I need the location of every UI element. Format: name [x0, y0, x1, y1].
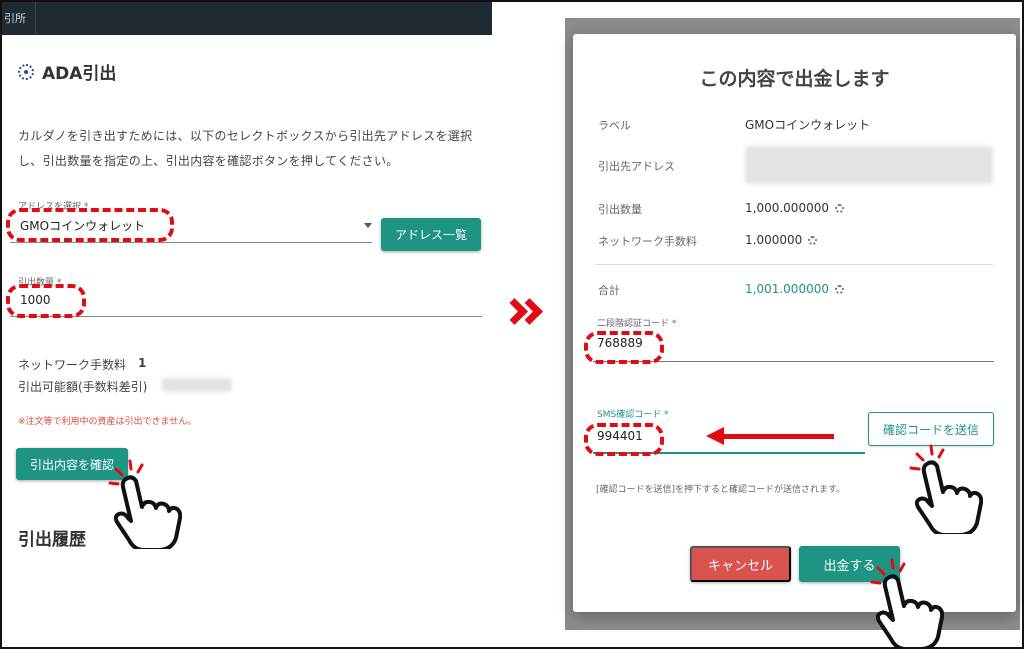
cancel-button[interactable]: キャンセル: [690, 546, 791, 582]
twofa-highlight: [584, 331, 664, 364]
divider: [595, 264, 993, 265]
amount-highlight: [6, 284, 86, 318]
sms-highlight: [584, 423, 664, 456]
ada-icon: [834, 284, 844, 294]
dialog-title: この内容で出金します: [699, 68, 890, 90]
chevron-down-icon[interactable]: [364, 223, 372, 228]
label-value-text: GMOコインウォレット: [745, 118, 871, 132]
fee-field-label: ネットワーク手数料: [598, 235, 697, 248]
address-field-label: 引出先アドレス: [598, 160, 675, 173]
page-title-text: ADA引出: [42, 64, 117, 84]
double-chevron-right-icon: [501, 298, 543, 325]
page-title: ADA引出: [18, 59, 116, 84]
available-amount-label: 引出可能額(手数料差引): [18, 380, 148, 394]
fee-value-text: 1.000000: [745, 233, 803, 247]
address-list-button[interactable]: アドレス一覧: [381, 218, 481, 251]
top-navbar: 引所: [2, 2, 492, 35]
left-arrow-head: [706, 427, 724, 445]
total-field-value: 1,001.000000: [745, 282, 844, 296]
amount-field-value: 1,000.000000: [745, 201, 844, 215]
amount-input-underline: [10, 316, 482, 317]
amount-field-label: 引出数量: [598, 203, 642, 216]
available-amount-value-blurred: [162, 378, 232, 392]
label-field-label: ラベル: [598, 119, 631, 132]
twofa-label: 二段階認証コード *: [597, 319, 677, 329]
label-field-value: GMOコインウォレット: [745, 116, 870, 133]
left-arrow-icon: [722, 434, 834, 439]
ada-icon: [808, 235, 818, 245]
pointing-hand-icon: [909, 444, 983, 534]
ada-icon: [18, 63, 34, 80]
address-value-blurred: [745, 146, 993, 184]
send-code-button[interactable]: 確認コードを送信: [868, 412, 994, 446]
amount-value-text: 1,000.000000: [745, 201, 829, 215]
address-select-underline: [10, 242, 372, 243]
total-field-label: 合計: [598, 284, 620, 297]
sms-label: SMS確認コード *: [597, 410, 669, 420]
pointing-hand-icon: [108, 459, 182, 549]
warning-note: ※注文等で利用中の資産は引出できません。: [18, 417, 197, 427]
nav-tab[interactable]: 引所: [2, 2, 36, 35]
network-fee-label: ネットワーク手数料: [18, 358, 127, 372]
address-highlight: [6, 208, 174, 242]
total-value-text: 1,001.000000: [745, 282, 829, 296]
pointing-hand-icon: [870, 558, 944, 648]
ada-icon: [834, 203, 844, 213]
send-code-hint: [確認コードを送信]を押下すると確認コードが送信されます。: [596, 485, 846, 495]
withdraw-history-title: 引出履歴: [18, 530, 86, 550]
withdraw-page: 引所 ADA引出 カルダノを引き出すためには、以下のセレクトボックスから引出先ア…: [2, 2, 497, 647]
network-fee-value: 1: [138, 356, 147, 370]
instructions: カルダノを引き出すためには、以下のセレクトボックスから引出先アドレスを選択し、引…: [18, 129, 473, 168]
fee-field-value: 1.000000: [745, 233, 818, 247]
